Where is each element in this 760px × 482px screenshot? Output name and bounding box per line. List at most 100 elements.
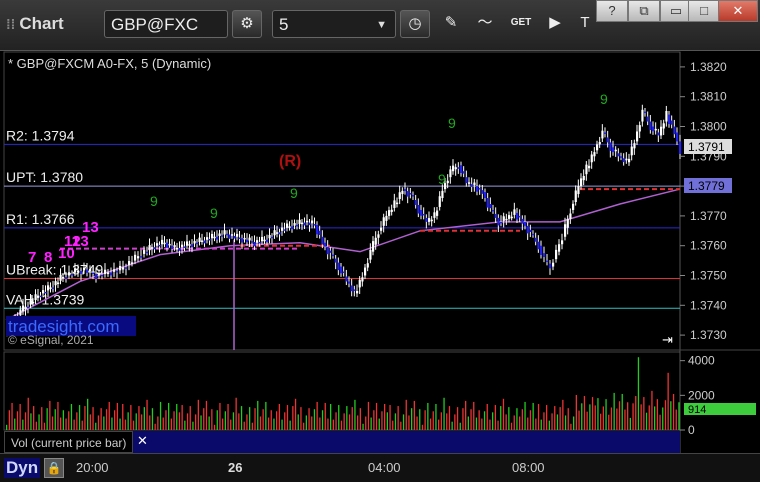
candle-body [646, 116, 649, 122]
volume-bar [451, 421, 453, 430]
volume-bar [578, 410, 580, 430]
candle-body [660, 126, 663, 136]
volume-bar [664, 400, 667, 430]
volume-bar [570, 423, 572, 430]
volume-bar [392, 420, 394, 430]
scroll-end-icon[interactable]: ⇥ [662, 332, 673, 347]
volume-bar [510, 422, 513, 430]
volume-bar [197, 399, 199, 430]
candle-body [404, 189, 407, 192]
volume-bar [373, 410, 375, 430]
volume-bar [57, 401, 59, 430]
volume-bar [670, 401, 672, 430]
candle-body [301, 222, 304, 225]
price-chart[interactable]: R2: 1.3794 UPT: 1.3780 R1: 1.3766 UBreak: 1… [0, 0, 760, 481]
candle-body [540, 245, 543, 255]
candle-body [47, 285, 50, 291]
candle-body [286, 223, 289, 228]
candle-body [231, 234, 234, 236]
candle-body [313, 224, 316, 226]
level-label: UBreak: 1.3749 [6, 261, 103, 277]
candle-body [52, 287, 55, 289]
candle-body [316, 224, 319, 235]
volume-bar [654, 406, 656, 430]
candle-body [146, 251, 149, 254]
dynamic-label[interactable]: Dyn [4, 458, 41, 478]
volume-bar [232, 412, 235, 430]
candle-body [161, 239, 164, 245]
volume-bar [667, 372, 669, 430]
volume-bar [103, 416, 105, 430]
candle-body [221, 235, 224, 237]
candle-body [306, 220, 309, 223]
candle-body [561, 240, 564, 245]
candle-body [662, 123, 665, 129]
volume-bar [105, 409, 108, 430]
volume-bar [49, 400, 51, 430]
volume-bar [438, 419, 440, 430]
candle-body [369, 249, 372, 260]
candle-body [191, 244, 194, 248]
volume-bar [656, 399, 658, 430]
candle-body [353, 289, 356, 291]
last-price-label: 1.3791 [688, 140, 725, 154]
volume-bar [613, 392, 615, 430]
candle-body [80, 271, 83, 274]
candle-body [641, 109, 644, 122]
candle-body [628, 158, 631, 163]
volume-bar [375, 402, 378, 430]
volume-bar [246, 414, 248, 430]
candle-body [505, 218, 508, 221]
lock-icon[interactable]: 🔒 [44, 458, 64, 478]
candle-body [77, 271, 80, 273]
volume-bar [165, 410, 167, 430]
time-axis: Dyn 🔒 20:00 26 04:00 08:00 [0, 453, 760, 482]
candle-body [186, 241, 189, 246]
close-icon[interactable]: ✕ [137, 433, 148, 449]
candle-body [298, 219, 301, 225]
candle-body [44, 291, 47, 294]
candle-body [337, 262, 340, 271]
candle-body [510, 216, 513, 219]
level-label: R1: 1.3766 [6, 211, 75, 227]
candle-body [412, 195, 415, 197]
volume-bar [267, 417, 270, 430]
candle-body [268, 234, 271, 239]
volume-bar [416, 416, 418, 430]
candle-body [614, 149, 617, 152]
candle-body [620, 156, 623, 158]
volume-bar [508, 407, 510, 430]
volume-bar [489, 419, 491, 430]
volume-bar [370, 417, 372, 430]
volume-bar [257, 400, 259, 430]
volume-bar [543, 412, 545, 430]
candle-body [380, 227, 383, 231]
volume-study-label[interactable]: Vol (current price bar) [4, 431, 134, 453]
volume-bar [157, 416, 159, 430]
candle-body [606, 137, 609, 143]
volume-bar [465, 400, 467, 430]
volume-bar [675, 409, 677, 430]
volume-bar [92, 407, 94, 430]
volume-bar [502, 398, 505, 430]
candle-body [293, 223, 296, 226]
volume-bar [203, 408, 205, 430]
volume-bar [394, 413, 397, 430]
volume-bar [108, 401, 110, 430]
volume-bar [30, 413, 32, 430]
volume-bar [586, 411, 588, 430]
volume-bar [459, 422, 461, 430]
candle-body [428, 218, 431, 222]
candle-body [166, 242, 169, 248]
volume-label-bar: Vol (current price bar) ✕ [4, 431, 680, 453]
candle-body [116, 271, 119, 273]
candle-body [251, 241, 254, 243]
candle-body [273, 230, 276, 236]
candle-body [393, 200, 396, 208]
candle-body [258, 241, 261, 244]
volume-bar [532, 402, 534, 430]
candle-body [449, 169, 452, 178]
candle-body [201, 240, 204, 242]
candle-body [502, 216, 505, 221]
volume-bar [564, 415, 567, 430]
